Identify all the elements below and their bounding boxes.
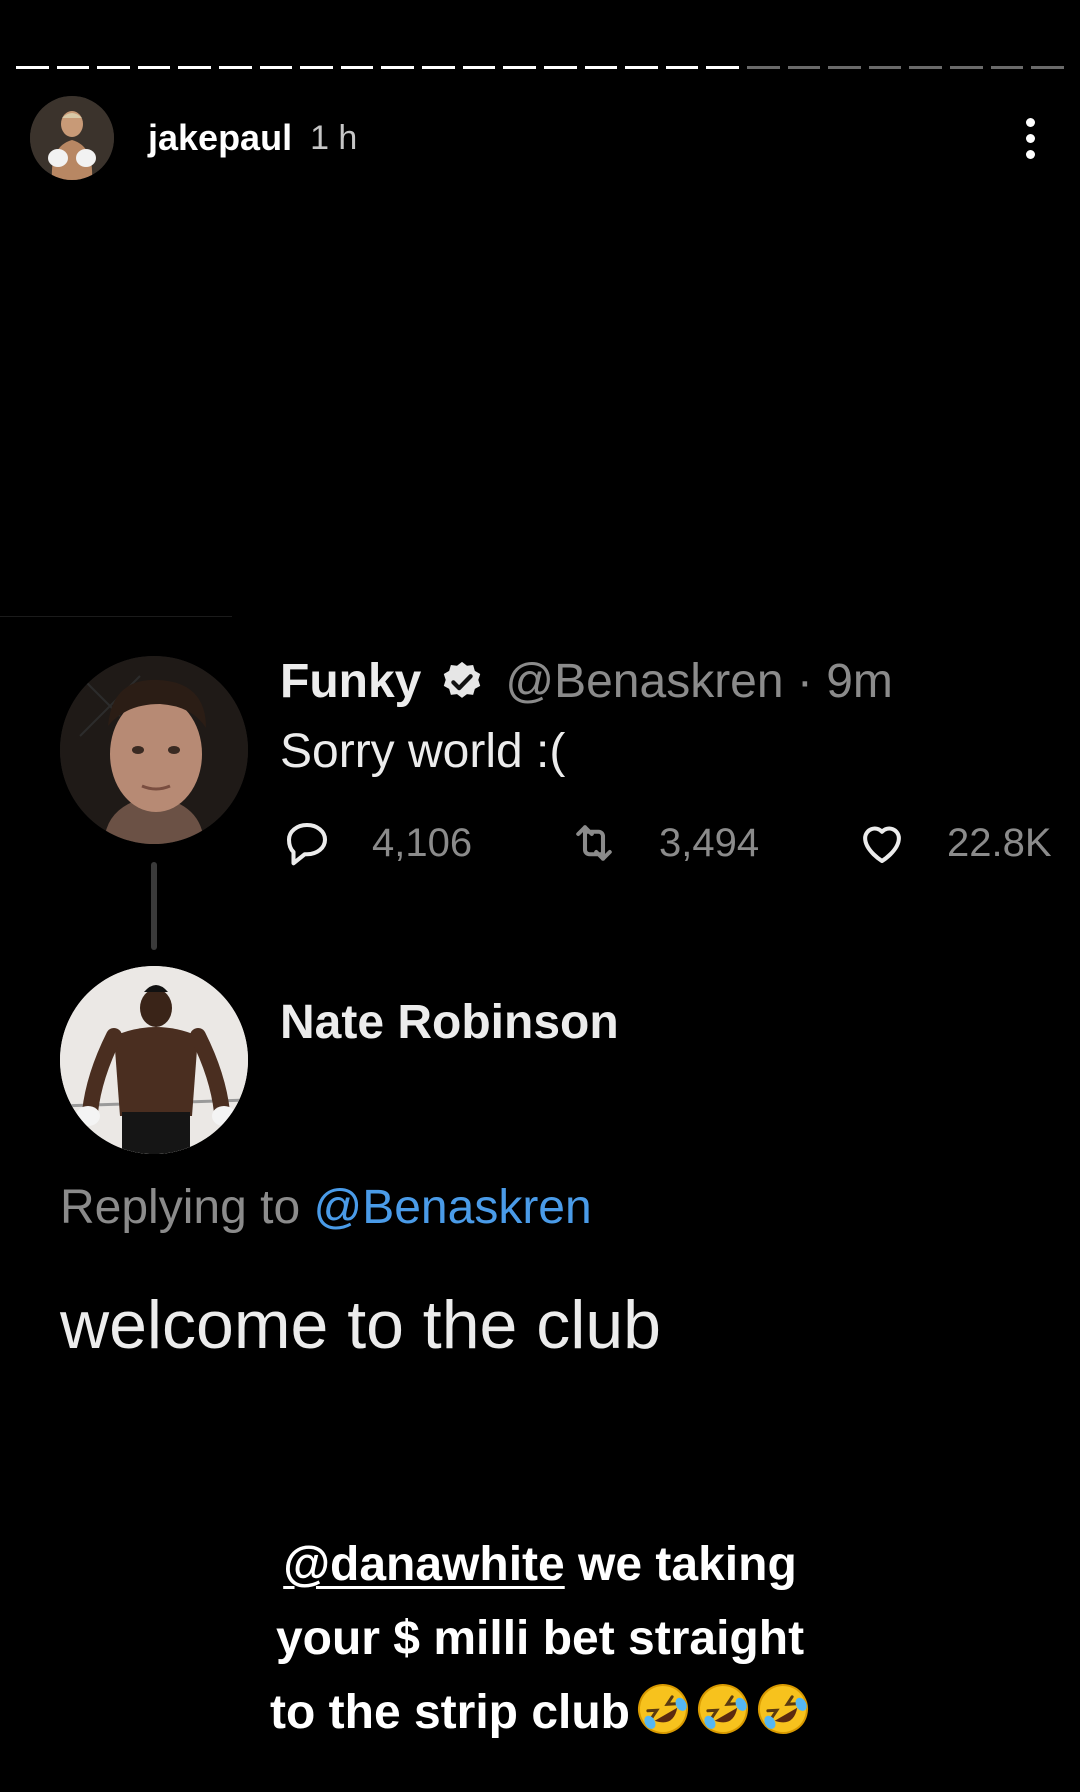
progress-segment <box>625 66 658 69</box>
reply-author-avatar <box>60 966 248 1154</box>
retweet-icon <box>576 825 612 861</box>
tweet-handle-and-time: @Benaskren · 9m <box>505 655 893 708</box>
progress-segment <box>868 66 902 69</box>
caption-line3: to the strip club <box>270 1686 630 1739</box>
story-header: jakepaul 1 h <box>30 96 1050 180</box>
caption-mention-link[interactable]: @danawhite <box>283 1538 565 1591</box>
tweet-actions: 4,106 3,494 22.8K <box>280 816 1080 870</box>
progress-segment <box>787 66 821 69</box>
caption-line2: your $ milli bet straight <box>275 1612 805 1665</box>
heart-icon <box>863 826 901 864</box>
progress-segment <box>300 66 333 69</box>
progress-segment <box>16 66 49 69</box>
progress-segment <box>584 66 618 69</box>
replying-to: Replying to @Benaskren <box>60 1180 592 1235</box>
verified-badge-icon <box>444 661 481 698</box>
tweet-author-name: Funky <box>280 655 422 708</box>
progress-segment <box>828 66 861 69</box>
story-progress-bar <box>16 66 1064 69</box>
progress-segment <box>178 66 212 69</box>
story-author-avatar[interactable] <box>30 96 114 180</box>
progress-segment <box>665 66 699 69</box>
caption-line1: we taking <box>564 1538 797 1591</box>
reply-icon <box>286 822 328 866</box>
progress-segment <box>543 66 577 69</box>
like-action[interactable]: 22.8K <box>855 816 1052 870</box>
progress-segment <box>219 66 252 69</box>
progress-segment <box>462 66 496 69</box>
story-caption: @danawhite we taking your $ milli bet st… <box>0 1528 1080 1750</box>
progress-segment <box>909 66 943 69</box>
retweet-count: 3,494 <box>659 820 760 865</box>
progress-segment <box>97 66 130 69</box>
original-tweet[interactable]: Funky @Benaskren · 9m Sorry world :( 4,1… <box>280 650 1080 870</box>
reply-author-name: Nate Robinson <box>280 996 619 1049</box>
rolling-laughing-emoji-icon <box>756 1682 810 1736</box>
thread-connector-line <box>151 862 157 950</box>
replying-handle-link[interactable]: @Benaskren <box>313 1181 591 1234</box>
progress-segment <box>422 66 455 69</box>
tweet-text: Sorry world :( <box>280 725 566 778</box>
divider <box>0 616 232 617</box>
progress-segment <box>56 66 90 69</box>
progress-segment <box>990 66 1024 69</box>
reply-action[interactable]: 4,106 <box>280 816 567 870</box>
progress-segment <box>503 66 536 69</box>
progress-segment <box>950 66 983 69</box>
story-username[interactable]: jakepaul <box>148 117 292 159</box>
progress-segment <box>381 66 415 69</box>
rolling-laughing-emoji-icon <box>636 1682 690 1736</box>
laughing-emoji-group <box>630 1684 810 1739</box>
rolling-laughing-emoji-icon <box>696 1682 750 1736</box>
replying-prefix: Replying to <box>60 1181 301 1234</box>
reply-count: 4,106 <box>372 820 473 865</box>
retweet-action[interactable]: 3,494 <box>567 816 855 870</box>
progress-segment <box>259 66 293 69</box>
progress-segment <box>340 66 374 69</box>
reply-text: welcome to the club <box>60 1287 661 1363</box>
more-options-icon[interactable] <box>1010 108 1050 168</box>
like-count: 22.8K <box>947 820 1052 865</box>
story-timestamp: 1 h <box>310 118 358 157</box>
progress-segment <box>1031 66 1064 69</box>
tweet-author-avatar <box>60 656 248 844</box>
progress-segment <box>137 66 171 69</box>
progress-segment <box>746 66 780 69</box>
progress-segment <box>706 66 739 69</box>
